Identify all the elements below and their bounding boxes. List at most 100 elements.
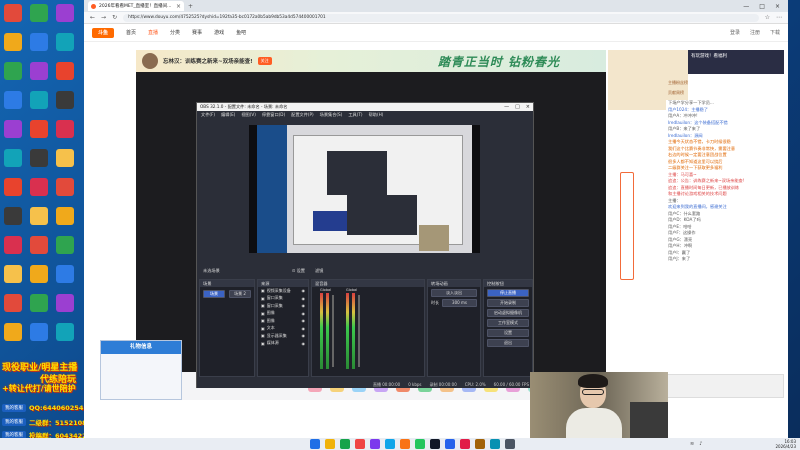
follow-button[interactable]: 关注 — [257, 57, 272, 65]
taskbar-app-icon[interactable] — [430, 439, 440, 449]
app-icon[interactable] — [30, 33, 48, 51]
app-icon[interactable] — [56, 236, 74, 254]
streamer-avatar[interactable] — [142, 53, 158, 69]
menu-icon[interactable]: ⋯ — [776, 14, 782, 21]
obs-menu-item[interactable]: 停靠窗口(D) — [262, 112, 285, 118]
visibility-icon[interactable]: ◉ — [302, 333, 306, 338]
app-icon[interactable] — [56, 207, 74, 225]
douyu-logo[interactable]: 斗鱼 — [92, 27, 114, 38]
app-icon[interactable] — [56, 4, 74, 22]
visibility-icon[interactable]: ◉ — [302, 341, 306, 346]
app-icon[interactable] — [56, 62, 74, 80]
scene-item[interactable]: 场景 — [203, 290, 225, 298]
app-icon[interactable] — [30, 120, 48, 138]
minimize-icon[interactable]: — — [504, 104, 509, 110]
start-recording-button[interactable]: 开始录制 — [487, 299, 529, 307]
taskbar-app-icon[interactable] — [310, 439, 320, 449]
taskbar-app-icon[interactable] — [415, 439, 425, 449]
taskbar-app-icon[interactable] — [400, 439, 410, 449]
obs-menu-item[interactable]: 场景集合(S) — [320, 112, 343, 118]
wifi-icon[interactable]: ≋ — [690, 441, 694, 447]
app-icon[interactable] — [4, 120, 22, 138]
obs-menu-item[interactable]: 工具(T) — [348, 112, 362, 118]
app-icon[interactable] — [30, 4, 48, 22]
chat-input[interactable] — [666, 374, 784, 398]
app-icon[interactable] — [56, 265, 74, 283]
app-icon[interactable] — [30, 62, 48, 80]
nav-item[interactable]: 直播 — [148, 29, 158, 36]
forward-icon[interactable]: → — [101, 14, 106, 21]
visibility-icon[interactable]: ◉ — [302, 318, 306, 323]
download-link[interactable]: 下载 — [770, 29, 780, 36]
visibility-icon[interactable]: ◉ — [302, 303, 306, 308]
nav-item[interactable]: 首页 — [126, 29, 136, 36]
taskbar-app-icon[interactable] — [475, 439, 485, 449]
nav-item[interactable]: 分类 — [170, 29, 180, 36]
maximize-icon[interactable]: □ — [759, 3, 765, 10]
maximize-icon[interactable]: □ — [515, 104, 520, 110]
app-icon[interactable] — [30, 265, 48, 283]
taskbar-app-icon[interactable] — [445, 439, 455, 449]
virtual-camera-button[interactable]: 启动虚拟摄像机 — [487, 309, 529, 317]
taskbar-app-icon[interactable] — [370, 439, 380, 449]
visibility-icon[interactable]: ◉ — [302, 326, 306, 331]
app-icon[interactable] — [4, 294, 22, 312]
source-item[interactable]: ▣ 视频采集设备 ◉ — [258, 287, 308, 295]
app-icon[interactable] — [4, 4, 22, 22]
star-icon[interactable]: ☆ — [765, 14, 770, 21]
taskbar-app-icon[interactable] — [325, 439, 335, 449]
visibility-icon[interactable]: ◉ — [302, 296, 306, 301]
app-icon[interactable] — [30, 91, 48, 109]
app-icon[interactable] — [30, 149, 48, 167]
side-promo-panel[interactable] — [620, 172, 634, 280]
app-icon[interactable] — [30, 178, 48, 196]
login-link[interactable]: 登录 — [730, 29, 740, 36]
nav-item[interactable]: 鱼吧 — [236, 29, 246, 36]
app-icon[interactable] — [30, 294, 48, 312]
studio-mode-button[interactable]: 工作室模式 — [487, 319, 529, 327]
app-icon[interactable] — [4, 33, 22, 51]
visibility-icon[interactable]: ◉ — [302, 311, 306, 316]
minimize-icon[interactable]: — — [743, 3, 749, 10]
transition-select[interactable]: 淡入淡出 — [431, 289, 477, 297]
taskbar-app-icon[interactable] — [505, 439, 515, 449]
app-icon[interactable] — [4, 265, 22, 283]
obs-menu-item[interactable]: 帮助(H) — [369, 112, 384, 118]
taskbar-app-icon[interactable] — [355, 439, 365, 449]
refresh-icon[interactable]: ↻ — [112, 14, 117, 21]
source-item[interactable]: ▣ 窗口采集 ◉ — [258, 302, 308, 310]
app-icon[interactable] — [4, 178, 22, 196]
app-icon[interactable] — [4, 323, 22, 341]
obs-menu-item[interactable]: 文件(F) — [201, 112, 215, 118]
ad-banner[interactable]: 有玩游戏！看福利 — [688, 50, 784, 74]
app-icon[interactable] — [4, 207, 22, 225]
clock[interactable]: 16:03 2026/4/23 — [775, 439, 796, 449]
volume-slider[interactable] — [332, 295, 334, 367]
source-item[interactable]: ▣ 媒体源 ◉ — [258, 340, 308, 348]
volume-slider[interactable] — [358, 295, 360, 367]
close-tab-icon[interactable]: × — [176, 3, 181, 10]
stop-stream-button[interactable]: 停止直播 — [487, 289, 529, 297]
app-icon[interactable] — [4, 149, 22, 167]
register-link[interactable]: 注册 — [750, 29, 760, 36]
app-icon[interactable] — [56, 91, 74, 109]
rank-row[interactable]: 贡献周榜 — [668, 90, 768, 100]
app-icon[interactable] — [4, 62, 22, 80]
taskbar-app-icon[interactable] — [340, 439, 350, 449]
back-icon[interactable]: ← — [90, 14, 95, 21]
settings-button[interactable]: 设置 — [487, 329, 529, 337]
app-icon[interactable] — [30, 323, 48, 341]
app-icon[interactable] — [4, 236, 22, 254]
obs-menu-item[interactable]: 配置文件(P) — [291, 112, 314, 118]
filters-tab[interactable]: 滤镜 — [315, 268, 323, 274]
visibility-icon[interactable]: ◉ — [302, 288, 306, 293]
app-icon[interactable] — [56, 120, 74, 138]
app-icon[interactable] — [56, 33, 74, 51]
nav-item[interactable]: 游戏 — [214, 29, 224, 36]
duration-field[interactable]: 300 ms — [442, 299, 477, 307]
source-item[interactable]: ▣ 图像 ◉ — [258, 310, 308, 318]
obs-preview[interactable] — [249, 125, 480, 253]
new-tab-button[interactable]: + — [188, 3, 193, 10]
properties-tab[interactable]: ⊙ 设置 — [292, 268, 305, 274]
app-icon[interactable] — [4, 91, 22, 109]
